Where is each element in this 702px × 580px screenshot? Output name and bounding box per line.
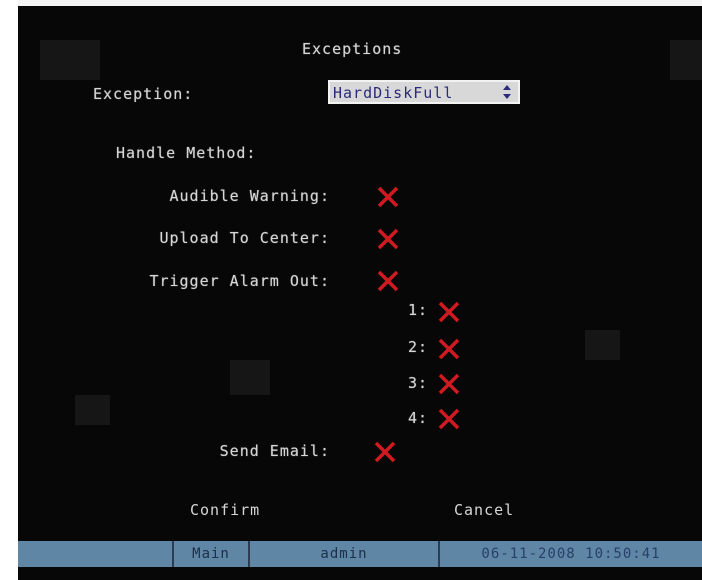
noise-blotch xyxy=(230,360,270,395)
status-user: admin xyxy=(248,541,438,567)
trigger-alarm-out-checkbox[interactable] xyxy=(375,268,401,294)
trigger-alarm-out-label: Trigger Alarm Out: xyxy=(149,272,330,290)
exceptions-screen: Exceptions Exception: HardDiskFull Handl… xyxy=(0,0,702,580)
alarm-output-3-label: 3: xyxy=(407,374,428,392)
audible-warning-checkbox[interactable] xyxy=(375,184,401,210)
alarm-output-3-checkbox[interactable] xyxy=(436,371,462,397)
send-email-label: Send Email: xyxy=(219,442,330,460)
alarm-output-1-checkbox[interactable] xyxy=(436,299,462,325)
alarm-output-4-label: 4: xyxy=(407,409,428,427)
noise-blotch xyxy=(75,395,110,425)
noise-blotch xyxy=(40,40,100,80)
noise-blotch xyxy=(670,40,702,80)
exception-label: Exception: xyxy=(93,85,194,103)
exception-select-value: HardDiskFull xyxy=(333,84,454,102)
audible-warning-label: Audible Warning: xyxy=(169,187,330,205)
screen-edge-top xyxy=(0,0,702,6)
upload-to-center-checkbox[interactable] xyxy=(375,226,401,252)
status-datetime: 06-11-2008 10:50:41 xyxy=(438,541,702,567)
exception-select[interactable]: HardDiskFull xyxy=(328,80,520,104)
alarm-output-2-label: 2: xyxy=(407,338,428,356)
cancel-button[interactable]: Cancel xyxy=(454,501,514,519)
alarm-output-2-checkbox[interactable] xyxy=(436,336,462,362)
screen-edge-left xyxy=(0,0,18,580)
alarm-output-1-label: 1: xyxy=(407,301,428,319)
confirm-button[interactable]: Confirm xyxy=(190,501,260,519)
status-menu: Main xyxy=(172,541,248,567)
send-email-checkbox[interactable] xyxy=(372,439,398,465)
dialog-title: Exceptions xyxy=(302,40,403,58)
handle-method-label: Handle Method: xyxy=(116,144,257,162)
status-bar: Main admin 06-11-2008 10:50:41 xyxy=(18,541,702,567)
alarm-output-4-checkbox[interactable] xyxy=(436,406,462,432)
upload-to-center-label: Upload To Center: xyxy=(159,229,330,247)
up-down-arrows-icon[interactable] xyxy=(502,84,512,100)
noise-blotch xyxy=(585,330,620,360)
